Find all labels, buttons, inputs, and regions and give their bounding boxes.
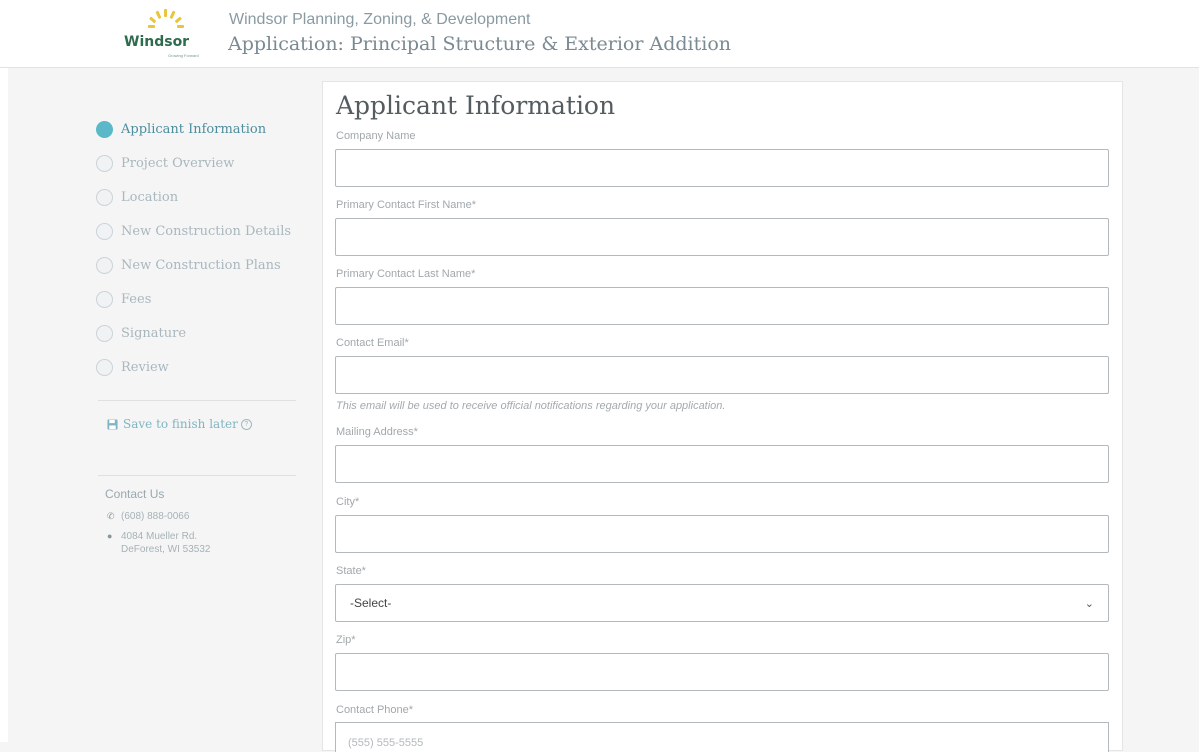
state-label: State* <box>336 565 366 577</box>
zip-input[interactable] <box>335 653 1109 691</box>
step-active-circle-icon <box>96 120 113 138</box>
sidebar-divider <box>98 400 296 401</box>
contact-phone-label: Contact Phone* <box>336 704 414 716</box>
step-signature[interactable]: Signature <box>96 316 306 350</box>
floppy-disk-icon <box>107 418 118 430</box>
address-line-2: DeForest, WI 53532 <box>121 544 211 555</box>
contact-address: ● 4084 Mueller Rd. DeForest, WI 53532 <box>107 530 210 556</box>
page-header: Windsor Growing Forward Windsor Planning… <box>0 0 1199 68</box>
logo-text: Windsor <box>124 34 190 50</box>
step-circle-icon <box>96 324 113 342</box>
contact-phone-placeholder: (555) 555-5555 <box>348 737 424 749</box>
step-label: Signature <box>121 325 187 341</box>
step-fees[interactable]: Fees <box>96 282 306 316</box>
sun-logo-icon <box>148 9 184 28</box>
city-label: City* <box>336 496 360 508</box>
step-circle-icon <box>96 256 113 274</box>
form-title: Applicant Information <box>336 91 616 120</box>
contact-phone-text: (608) 888-0066 <box>121 511 190 522</box>
first-name-input[interactable] <box>335 218 1109 256</box>
step-label: New Construction Plans <box>121 257 281 273</box>
step-navigation: Applicant Information Project Overview L… <box>96 112 306 384</box>
header-subtitle: Windsor Planning, Zoning, & Development <box>229 11 531 28</box>
state-select[interactable]: -Select- ⌄ <box>335 584 1109 622</box>
email-label: Contact Email* <box>336 337 409 349</box>
step-new-construction-plans[interactable]: New Construction Plans <box>96 248 306 282</box>
logo-tagline: Growing Forward <box>168 53 199 58</box>
mailing-address-label: Mailing Address* <box>336 426 418 438</box>
city-input[interactable] <box>335 515 1109 553</box>
last-name-label: Primary Contact Last Name* <box>336 268 476 280</box>
contact-phone[interactable]: ✆ (608) 888-0066 <box>107 510 189 523</box>
step-label: Applicant Information <box>121 121 267 137</box>
email-hint: This email will be used to receive offic… <box>336 400 726 412</box>
step-label: Location <box>121 189 179 205</box>
phone-icon: ✆ <box>107 511 115 521</box>
help-icon[interactable]: ? <box>240 418 252 430</box>
company-name-label: Company Name <box>336 130 416 142</box>
step-circle-icon <box>96 222 113 240</box>
step-label: New Construction Details <box>121 223 292 239</box>
contact-phone-input[interactable]: (555) 555-5555 <box>335 722 1109 752</box>
step-label: Review <box>121 359 169 375</box>
map-pin-icon: ● <box>107 531 113 541</box>
step-circle-icon <box>96 188 113 206</box>
step-circle-icon <box>96 154 113 172</box>
step-label: Project Overview <box>121 155 235 171</box>
email-input[interactable] <box>335 356 1109 394</box>
last-name-input[interactable] <box>335 287 1109 325</box>
company-name-input[interactable] <box>335 149 1109 187</box>
zip-label: Zip* <box>336 634 356 646</box>
step-applicant-information[interactable]: Applicant Information <box>96 112 306 146</box>
step-label: Fees <box>121 291 152 307</box>
page-title: Application: Principal Structure & Exter… <box>228 33 731 55</box>
mailing-address-input[interactable] <box>335 445 1109 483</box>
step-review[interactable]: Review <box>96 350 306 384</box>
state-select-value: -Select- <box>350 596 392 610</box>
chevron-down-icon: ⌄ <box>1084 597 1094 610</box>
step-location[interactable]: Location <box>96 180 306 214</box>
step-new-construction-details[interactable]: New Construction Details <box>96 214 306 248</box>
step-circle-icon <box>96 358 113 376</box>
step-circle-icon <box>96 290 113 308</box>
contact-address-text: 4084 Mueller Rd. DeForest, WI 53532 <box>121 530 210 556</box>
step-project-overview[interactable]: Project Overview <box>96 146 306 180</box>
contact-us-heading: Contact Us <box>105 487 165 501</box>
windsor-logo[interactable]: Windsor Growing Forward <box>120 8 210 62</box>
save-to-finish-later-link[interactable]: Save to finish later ? <box>107 417 252 431</box>
save-later-label: Save to finish later <box>123 417 238 431</box>
address-line-1: 4084 Mueller Rd. <box>121 531 198 542</box>
first-name-label: Primary Contact First Name* <box>336 199 476 211</box>
sidebar-divider <box>98 475 296 476</box>
left-edge <box>0 68 8 742</box>
